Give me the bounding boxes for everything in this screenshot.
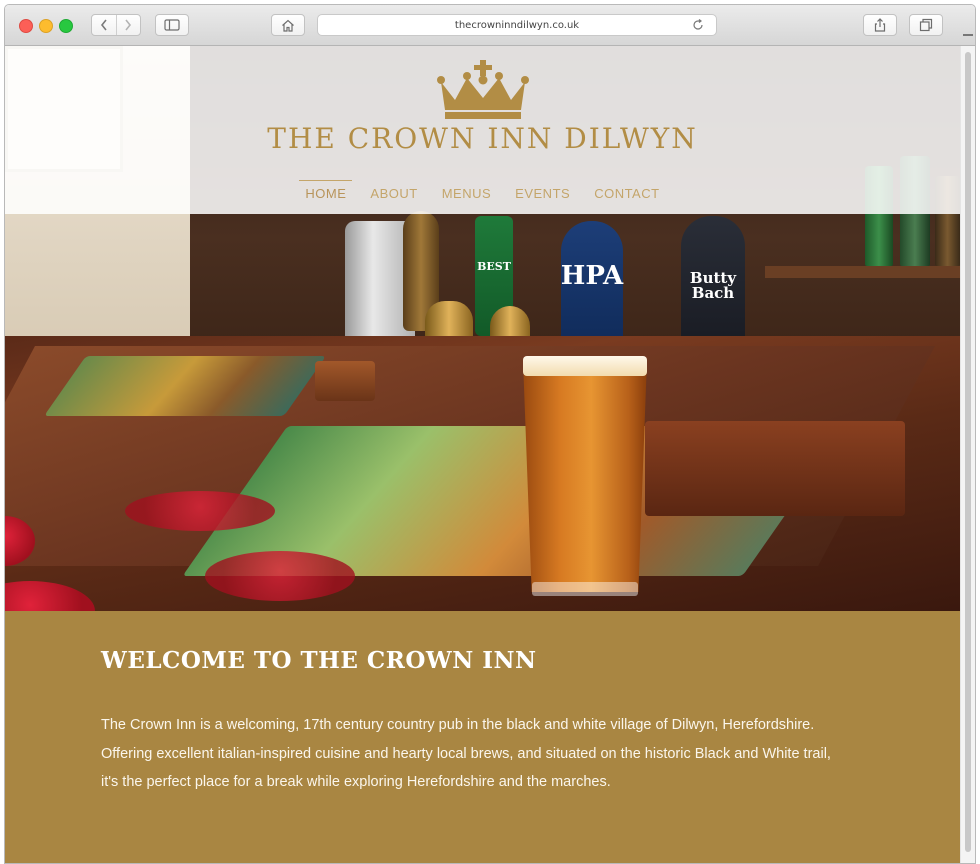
history-nav-group: [91, 14, 141, 36]
show-tabs-button[interactable]: [909, 14, 943, 36]
crown-icon[interactable]: [433, 60, 533, 120]
nav-contact[interactable]: CONTACT: [582, 184, 671, 206]
chevron-left-icon: [100, 19, 107, 31]
browser-toolbar: thecrowninndilwyn.co.uk: [5, 5, 975, 46]
welcome-paragraph-1: The Crown Inn is a welcoming, 17th centu…: [101, 717, 815, 733]
scrollbar-thumb[interactable]: [965, 52, 971, 852]
welcome-section: WELCOME TO THE CROWN INN The Crown Inn i…: [5, 611, 960, 863]
tap-label-butty-bach: Butty Bach: [689, 269, 737, 302]
web-page: BEST HPA Butty Bach THE CROWN INN DILWYN…: [5, 46, 960, 863]
nav-menus[interactable]: MENUS: [430, 184, 503, 206]
sidebar-button[interactable]: [155, 14, 189, 36]
zoom-window-button[interactable]: [59, 19, 73, 33]
home-icon: [282, 19, 294, 32]
back-button[interactable]: [92, 15, 116, 35]
welcome-heading: WELCOME TO THE CROWN INN: [101, 647, 537, 674]
reload-icon[interactable]: [692, 19, 704, 31]
minimize-window-button[interactable]: [39, 19, 53, 33]
tap-label-best: BEST: [477, 259, 511, 273]
nav-about[interactable]: ABOUT: [358, 184, 429, 206]
pint-foam: [523, 356, 647, 376]
browser-window: thecrowninndilwyn.co.uk BEST HPA Butty B…: [4, 4, 976, 864]
site-header: THE CROWN INN DILWYN HOME ABOUT MENUS EV…: [5, 46, 960, 214]
address-bar[interactable]: thecrowninndilwyn.co.uk: [317, 14, 717, 36]
bar-mat: [43, 356, 327, 416]
site-title[interactable]: THE CROWN INN DILWYN: [5, 122, 960, 155]
nav-events[interactable]: EVENTS: [503, 184, 582, 206]
url-text: thecrowninndilwyn.co.uk: [454, 19, 580, 31]
welcome-paragraph-2: Offering excellent italian-inspired cuis…: [101, 745, 831, 791]
home-button[interactable]: [271, 14, 305, 36]
bar-stool: [125, 491, 275, 531]
share-button[interactable]: [863, 14, 897, 36]
chevron-right-icon: [125, 19, 132, 31]
nav-home[interactable]: HOME: [293, 180, 358, 206]
close-window-button[interactable]: [19, 19, 33, 33]
sidebar-icon: [164, 19, 180, 31]
bar-stool: [205, 551, 355, 601]
tabs-icon: [919, 18, 933, 32]
page-scrollbar[interactable]: [960, 46, 975, 863]
toolbar-minus-icon: [961, 23, 975, 47]
tap-label-hpa: HPA: [560, 261, 624, 291]
main-navigation: HOME ABOUT MENUS EVENTS CONTACT: [5, 180, 960, 206]
forward-button[interactable]: [115, 15, 141, 35]
share-icon: [874, 18, 886, 32]
pint-glass: [523, 360, 647, 592]
welcome-text: The Crown Inn is a welcoming, 17th centu…: [101, 711, 851, 797]
